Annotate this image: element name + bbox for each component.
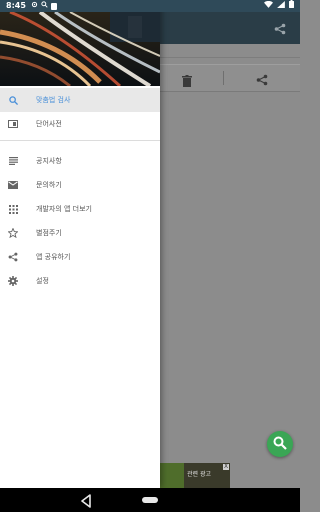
battery-icon — [289, 0, 294, 12]
star-icon — [8, 228, 18, 238]
search-icon — [8, 95, 18, 105]
action-divider — [223, 71, 224, 85]
ad-close-button[interactable]: X — [223, 464, 229, 470]
back-icon[interactable] — [80, 493, 92, 512]
ad-image — [160, 463, 184, 488]
home-button[interactable] — [142, 497, 158, 503]
gear-icon — [8, 276, 18, 286]
notification-status-icon — [50, 2, 57, 10]
toolbar-share-icon[interactable] — [274, 20, 286, 39]
menu-item-label: 맞춤법 검사 — [36, 96, 71, 104]
drawer-menu: 맞춤법 검사 단어사전 공지사항 문의하기 개발자의 앱 더보기 별점주기 앱 … — [0, 88, 160, 293]
dictionary-icon — [8, 119, 18, 129]
text-input-underline — [160, 57, 300, 58]
editor-action-row — [160, 64, 300, 92]
notes-icon — [8, 156, 18, 166]
menu-item-settings[interactable]: 설정 — [0, 269, 160, 293]
menu-item-label: 별점주기 — [36, 229, 62, 237]
menu-item-label: 개발자의 앱 더보기 — [36, 205, 92, 213]
share-icon[interactable] — [256, 71, 268, 90]
menu-item-label: 앱 공유하기 — [36, 253, 71, 261]
menu-item-notice[interactable]: 공지사항 — [0, 149, 160, 173]
search-status-icon — [41, 0, 48, 12]
menu-item-spell-check[interactable]: 맞춤법 검사 — [0, 88, 160, 112]
menu-item-contact[interactable]: 문의하기 — [0, 173, 160, 197]
wifi-icon — [264, 0, 273, 12]
menu-item-rate[interactable]: 별점주기 — [0, 221, 160, 245]
system-navigation-bar — [0, 488, 300, 512]
menu-item-more-apps[interactable]: 개발자의 앱 더보기 — [0, 197, 160, 221]
drawer-header-image — [0, 12, 160, 86]
apps-grid-icon — [8, 204, 18, 214]
status-bar: 8:45 — [0, 0, 300, 12]
navigation-drawer: 맞춤법 검사 단어사전 공지사항 문의하기 개발자의 앱 더보기 별점주기 앱 … — [0, 0, 160, 488]
menu-item-label: 공지사항 — [36, 157, 62, 165]
menu-item-label: 문의하기 — [36, 181, 62, 189]
menu-item-label: 설정 — [36, 277, 49, 285]
ad-banner[interactable]: 관련 광고 X — [160, 463, 230, 488]
mail-icon — [8, 180, 18, 190]
menu-item-label: 단어사전 — [36, 120, 62, 128]
search-icon — [273, 435, 287, 454]
settings-status-icon — [31, 0, 38, 12]
spell-check-fab[interactable] — [267, 431, 293, 457]
status-time: 8:45 — [6, 1, 26, 10]
signal-icon — [277, 0, 285, 12]
share-icon — [8, 252, 18, 262]
menu-item-share-app[interactable]: 앱 공유하기 — [0, 245, 160, 269]
ad-text: 관련 광고 — [187, 471, 211, 478]
menu-item-dictionary[interactable]: 단어사전 — [0, 112, 160, 136]
delete-icon[interactable] — [182, 72, 192, 91]
menu-divider — [0, 140, 160, 141]
